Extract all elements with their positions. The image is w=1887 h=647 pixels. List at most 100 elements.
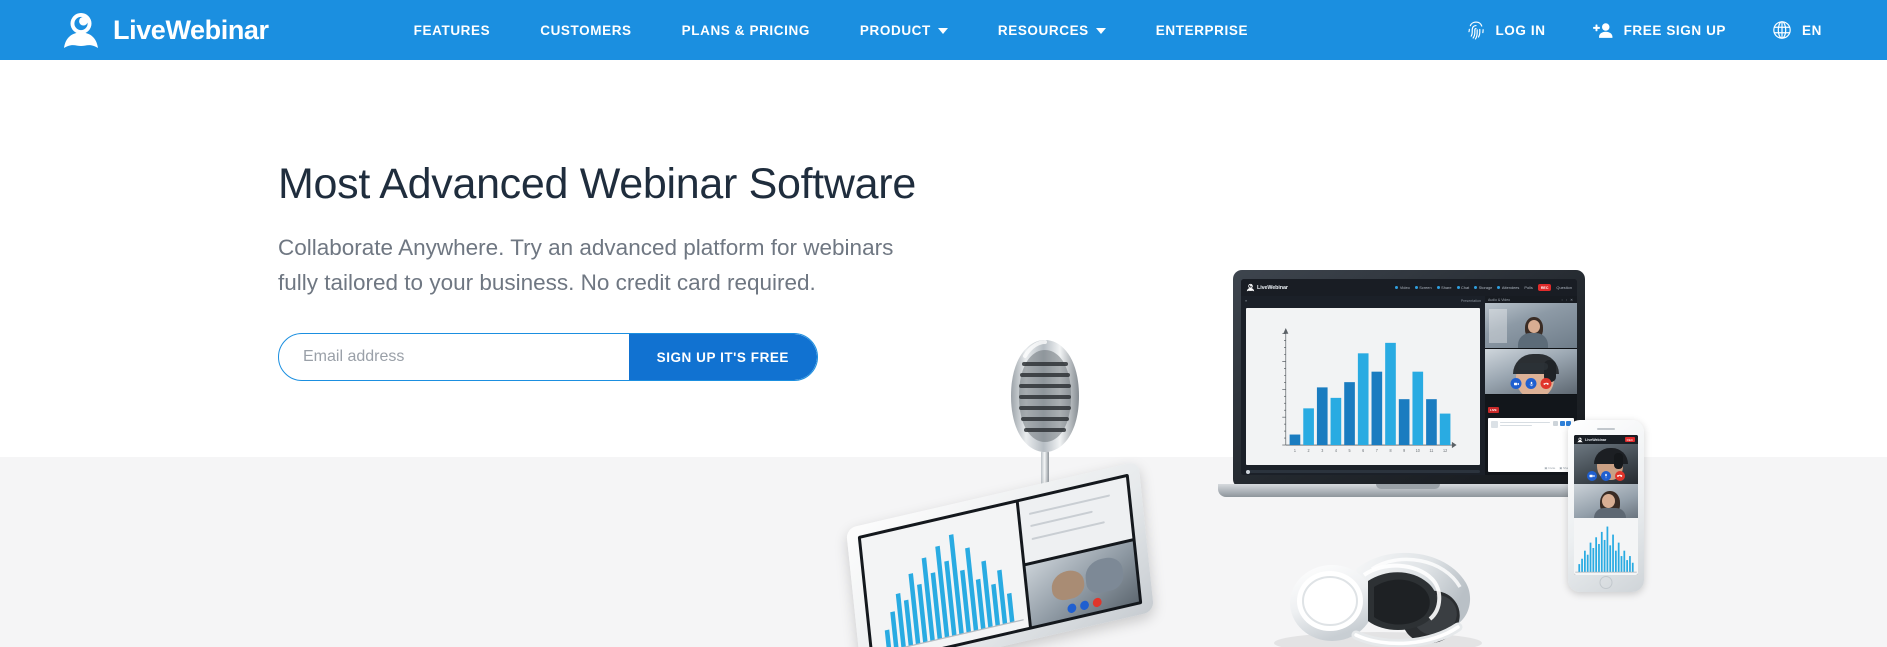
hangup-button[interactable] (1540, 378, 1552, 389)
tablet-device (845, 461, 1155, 647)
bar (1595, 537, 1598, 573)
hangup-button[interactable] (1615, 471, 1625, 481)
bar (1586, 554, 1589, 573)
globe-icon (1772, 20, 1792, 40)
phone-video-tile-1[interactable] (1574, 444, 1638, 484)
app-menu-label: Polls (1524, 285, 1533, 290)
nav-item-enterprise-label: ENTERPRISE (1155, 22, 1249, 38)
brand-logo[interactable]: LiveWebinar (60, 10, 269, 50)
tablet-call-controls (1067, 596, 1103, 614)
chevron-down-icon (937, 28, 948, 34)
bar (991, 583, 1001, 627)
x-tick-label: 11 (1430, 448, 1434, 453)
phone-chart-canvas (1574, 518, 1638, 575)
laptop-lid: LiveWebinar Video Screen Share Chat Stor… (1233, 270, 1585, 488)
device-collage-image: LiveWebinar Video Screen Share Chat Stor… (845, 270, 1700, 647)
login-label: LOG IN (1495, 22, 1546, 38)
microphone-button[interactable] (1525, 378, 1537, 389)
stage-menu-icon[interactable]: ≡ (1245, 299, 1247, 303)
tablet-bar-chart (877, 534, 1024, 647)
app-menu-item[interactable]: Polls (1524, 285, 1532, 290)
x-tick-label: 3 (1321, 448, 1324, 453)
phone-record-badge[interactable]: REC (1624, 437, 1635, 442)
app-menu-item[interactable]: Screen (1414, 285, 1432, 290)
laptop-trackpad-notch (1376, 484, 1440, 489)
app-menu-label: Chat (1461, 285, 1470, 290)
camera-button[interactable] (1067, 602, 1077, 614)
x-tick-label: 9 (1403, 448, 1406, 453)
app-menu-item[interactable]: Video (1395, 285, 1410, 290)
chart-canvas: 1 2 3 4 5 6 7 8 9 10 11 12 (1246, 308, 1480, 465)
app-menu-label: Storage (1478, 285, 1493, 290)
nav-item-customers[interactable]: CUSTOMERS (515, 0, 656, 60)
bar (1412, 371, 1424, 446)
phone-app-logo-text: LiveWebinar (1585, 437, 1607, 442)
hangup-button[interactable] (1092, 596, 1103, 608)
x-tick-label: 6 (1362, 448, 1365, 453)
bar (1626, 560, 1628, 573)
bar (890, 611, 899, 647)
bar (1426, 399, 1437, 446)
camera-button[interactable] (1587, 471, 1597, 481)
app-menu-label: Screen (1419, 285, 1432, 290)
nav-item-enterprise[interactable]: ENTERPRISE (1131, 0, 1273, 60)
app-menu-item[interactable]: Chat (1456, 285, 1470, 290)
video-tile-participant-2[interactable] (1485, 349, 1577, 395)
bar (1385, 342, 1396, 446)
microphone-button[interactable] (1079, 599, 1090, 611)
bar (1614, 550, 1617, 573)
microphone-button[interactable] (1601, 471, 1611, 481)
laptop-screen: LiveWebinar Video Screen Share Chat Stor… (1241, 279, 1577, 475)
free-signup-button[interactable]: FREE SIGN UP (1569, 0, 1749, 60)
bar (1289, 434, 1301, 446)
nav-item-plans-pricing[interactable]: PLANS & PRICING (657, 0, 835, 60)
app-menu: Video Screen Share Chat Storage Attendee… (1395, 284, 1572, 291)
video-tile-participant-1[interactable] (1485, 303, 1577, 350)
language-selector[interactable]: EN (1749, 0, 1845, 60)
signup-button[interactable]: SIGN UP IT'S FREE (628, 334, 817, 381)
phone-video-tile-2[interactable] (1574, 484, 1638, 522)
bar (1612, 534, 1614, 573)
app-logo-text: LiveWebinar (1257, 284, 1288, 291)
app-logo: LiveWebinar (1246, 283, 1288, 292)
app-menu-item[interactable]: Storage (1474, 285, 1492, 290)
x-tick-label: 10 (1416, 448, 1421, 453)
signup-form: SIGN UP IT'S FREE (278, 333, 818, 382)
email-input[interactable] (279, 334, 629, 381)
sidebar-window-controls[interactable]: ▫ ▫ ✕ (1562, 298, 1574, 302)
bar (1609, 545, 1612, 573)
stage-toolbar: ≡ Presentation (1241, 296, 1485, 306)
app-menu-item[interactable]: Question (1556, 285, 1572, 290)
bar (1598, 543, 1600, 573)
stage-progress[interactable] (1241, 468, 1485, 475)
bar (1581, 558, 1583, 573)
sidebar-title: Audio & Video (1488, 297, 1511, 302)
x-tick-label: 12 (1443, 448, 1448, 453)
bar (1603, 539, 1606, 573)
phone-app-topbar: LiveWebinar REC (1574, 435, 1638, 444)
nav-item-features[interactable]: FEATURES (389, 0, 516, 60)
tablet-chart-canvas (860, 502, 1030, 647)
bar (1623, 550, 1626, 573)
nav-item-product[interactable]: PRODUCT (835, 0, 973, 60)
x-tick-label: 4 (1335, 448, 1338, 453)
phone-home-button[interactable] (1599, 576, 1613, 589)
app-menu-item[interactable]: Attendees (1497, 285, 1519, 290)
x-tick-label: 1 (1294, 448, 1297, 453)
bar (1344, 382, 1355, 446)
hero-copy-block: Most Advanced Webinar Software Collabora… (278, 160, 978, 382)
app-menu-item[interactable]: Share (1436, 285, 1452, 290)
phone-screen: LiveWebinar REC (1574, 435, 1638, 575)
login-button[interactable]: LOG IN (1444, 0, 1568, 60)
nav-item-resources[interactable]: RESOURCES (973, 0, 1131, 60)
bar (1398, 399, 1410, 446)
fingerprint-icon (1467, 20, 1485, 40)
record-badge[interactable]: REC (1537, 284, 1552, 291)
tablet-screen (857, 473, 1143, 647)
nav-actions: LOG IN FREE SIGN UP EN (1444, 0, 1845, 60)
hero-section: Most Advanced Webinar Software Collabora… (0, 60, 1887, 647)
laptop-device: LiveWebinar Video Screen Share Chat Stor… (1218, 270, 1598, 520)
bar (1600, 531, 1603, 573)
camera-button[interactable] (1510, 378, 1522, 389)
bar (1006, 592, 1015, 623)
